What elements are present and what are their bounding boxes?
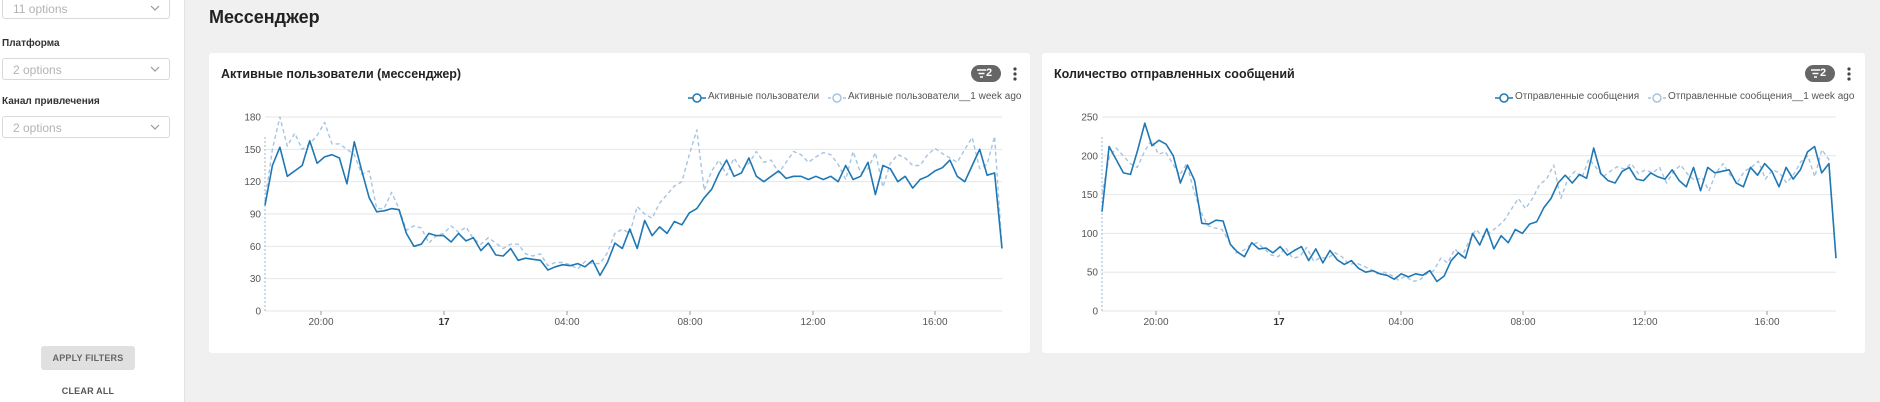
chart-card-active-users: Активные пользователи (мессенджер) 2 Акт… (209, 53, 1030, 353)
chevron-down-icon (150, 5, 160, 11)
y-tick-label: 90 (250, 210, 262, 221)
filter-label-platform: Платформа (2, 38, 60, 49)
platform-select-value: 2 options (13, 63, 62, 77)
x-tick-label: 20:00 (1143, 317, 1168, 328)
apply-filters-button[interactable]: APPLY FILTERS (41, 346, 135, 370)
filter-sidebar: 11 options Платформа 2 options Канал при… (0, 0, 185, 402)
y-tick-label: 250 (1081, 113, 1098, 124)
y-tick-label: 100 (1081, 229, 1098, 240)
channel-select-value: 2 options (13, 121, 62, 135)
top-filter-value: 11 options (13, 2, 68, 16)
channel-select[interactable]: 2 options (2, 116, 170, 138)
x-tick-label: 16:00 (1754, 317, 1779, 328)
x-tick-label: 12:00 (800, 317, 825, 328)
clear-all-button[interactable]: CLEAR ALL (50, 384, 126, 398)
series-line-current[interactable] (1101, 122, 1837, 283)
top-filter-select[interactable]: 11 options (2, 0, 170, 19)
line-chart-messages-sent: 0 50 100 150 200 250 20:00 17 04:00 08:00 12:00 16:… (1081, 113, 1837, 328)
platform-select[interactable]: 2 options (2, 58, 170, 80)
y-tick-label: 0 (255, 307, 261, 318)
series-line-current[interactable] (264, 139, 1003, 277)
chart-card-messages-sent: Количество отправленных сообщений 2 Отпр… (1042, 53, 1865, 353)
y-tick-label: 150 (244, 145, 261, 156)
y-tick-label: 30 (250, 274, 262, 285)
x-tick-label: 17 (438, 317, 450, 328)
x-tick-label: 08:00 (677, 317, 702, 328)
y-tick-label: 60 (250, 242, 262, 253)
x-tick-label: 12:00 (1632, 317, 1657, 328)
filter-label-channel: Канал привлечения (2, 96, 100, 107)
x-tick-label: 08:00 (1510, 317, 1535, 328)
line-chart-active-users: 0 30 60 90 120 150 180 20:00 17 04:00 08:00 12:00 16… (244, 113, 1003, 328)
y-tick-label: 150 (1081, 190, 1098, 201)
x-tick-label: 17 (1273, 317, 1285, 328)
chevron-down-icon (150, 66, 160, 72)
x-tick-label: 20:00 (308, 317, 333, 328)
y-tick-label: 0 (1092, 307, 1098, 318)
x-tick-label: 04:00 (1388, 317, 1413, 328)
x-tick-label: 04:00 (554, 317, 579, 328)
y-tick-label: 200 (1081, 151, 1098, 162)
section-title: Мессенджер (209, 7, 320, 27)
chevron-down-icon (150, 124, 160, 130)
series-line-week-ago[interactable] (1101, 139, 1837, 283)
x-tick-label: 16:00 (922, 317, 947, 328)
y-tick-label: 180 (244, 113, 261, 124)
y-tick-label: 120 (244, 177, 261, 188)
y-tick-label: 50 (1087, 268, 1099, 279)
